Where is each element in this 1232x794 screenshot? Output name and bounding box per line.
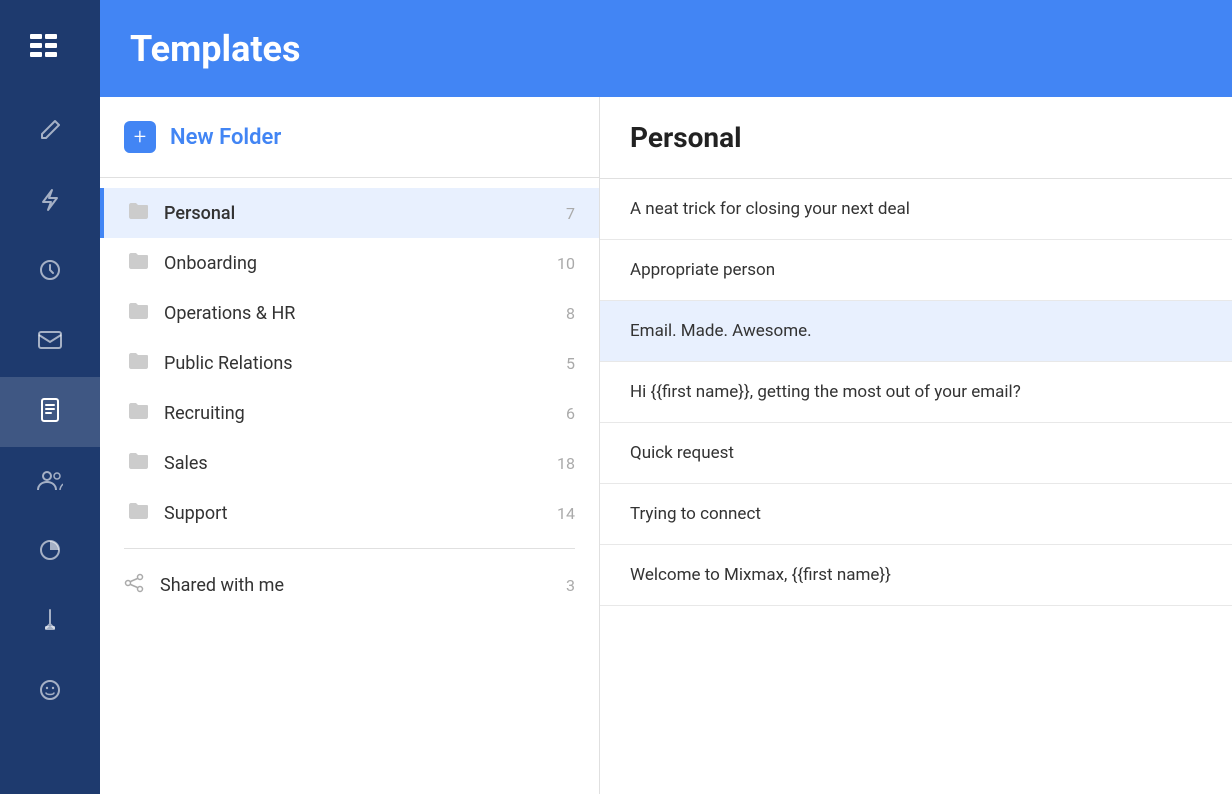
folder-icon	[128, 452, 148, 474]
sidebar-item-clock[interactable]	[0, 237, 100, 307]
sidebar-item-emoji[interactable]	[0, 657, 100, 727]
template-item-t6[interactable]: Trying to connect	[600, 484, 1232, 545]
folder-icon	[128, 402, 148, 424]
shared-with-me-label: Shared with me	[160, 575, 566, 596]
folder-icon	[128, 252, 148, 274]
new-folder-icon: +	[124, 121, 156, 153]
folder-item-personal[interactable]: Personal 7	[100, 188, 599, 238]
folder-name-personal: Personal	[164, 203, 556, 224]
folder-count-personal: 7	[566, 204, 575, 223]
folder-count-public-relations: 5	[566, 354, 575, 373]
sidebar-item-people[interactable]	[0, 447, 100, 517]
mail-icon	[38, 330, 62, 354]
emoji-icon	[39, 679, 61, 706]
folder-icon	[128, 352, 148, 374]
page-title: Templates	[130, 28, 300, 70]
sidebar-nav	[0, 0, 100, 794]
template-item-t4[interactable]: Hi {{first name}}, getting the most out …	[600, 362, 1232, 423]
clock-icon	[39, 259, 61, 286]
folder-count-support: 14	[557, 504, 575, 523]
templates-section-title: Personal	[630, 121, 742, 154]
templates-icon	[40, 398, 60, 427]
template-item-t1[interactable]: A neat trick for closing your next deal	[600, 179, 1232, 240]
folder-name-support: Support	[164, 503, 547, 524]
folder-name-public-relations: Public Relations	[164, 353, 556, 374]
folder-divider	[124, 548, 575, 549]
shared-with-me-count: 3	[566, 576, 575, 595]
sidebar-item-lightning[interactable]	[0, 167, 100, 237]
folder-item-public-relations[interactable]: Public Relations 5	[100, 338, 599, 388]
compose-icon	[39, 119, 61, 146]
shared-with-me-item[interactable]: Shared with me 3	[100, 559, 599, 612]
folder-count-operations-hr: 8	[566, 304, 575, 323]
folder-item-onboarding[interactable]: Onboarding 10	[100, 238, 599, 288]
folder-name-operations-hr: Operations & HR	[164, 303, 556, 324]
page-header: Templates	[100, 0, 1232, 97]
chart-icon	[39, 539, 61, 566]
template-item-t7[interactable]: Welcome to Mixmax, {{first name}}	[600, 545, 1232, 606]
logo-icon	[30, 30, 70, 67]
template-item-t5[interactable]: Quick request	[600, 423, 1232, 484]
template-item-t2[interactable]: Appropriate person	[600, 240, 1232, 301]
new-folder-button[interactable]: + New Folder	[100, 97, 599, 178]
folder-icon	[128, 502, 148, 524]
template-item-t3[interactable]: Email. Made. Awesome.	[600, 301, 1232, 362]
folder-icon	[128, 302, 148, 324]
templates-panel: Personal A neat trick for closing your n…	[600, 97, 1232, 794]
folder-item-support[interactable]: Support 14	[100, 488, 599, 538]
share-icon	[124, 573, 144, 598]
people-icon	[37, 469, 63, 496]
sidebar-item-mail[interactable]	[0, 307, 100, 377]
folder-name-recruiting: Recruiting	[164, 403, 556, 424]
folder-count-recruiting: 6	[566, 404, 575, 423]
folder-count-sales: 18	[557, 454, 575, 473]
folder-panel: + New Folder Personal 7	[100, 97, 600, 794]
sidebar-item-compose[interactable]	[0, 97, 100, 167]
content-area: + New Folder Personal 7	[100, 97, 1232, 794]
folder-name-onboarding: Onboarding	[164, 253, 547, 274]
folder-item-recruiting[interactable]: Recruiting 6	[100, 388, 599, 438]
sidebar-item-templates[interactable]	[0, 377, 100, 447]
templates-header: Personal	[600, 97, 1232, 179]
app-logo[interactable]	[0, 0, 100, 97]
folder-list: Personal 7 Onboarding 10	[100, 178, 599, 622]
sidebar-item-pencil[interactable]	[0, 587, 100, 657]
folder-item-operations-hr[interactable]: Operations & HR 8	[100, 288, 599, 338]
folder-item-sales[interactable]: Sales 18	[100, 438, 599, 488]
main-content: Templates + New Folder	[100, 0, 1232, 794]
pencil-icon	[40, 608, 60, 637]
sidebar-item-chart[interactable]	[0, 517, 100, 587]
folder-count-onboarding: 10	[557, 254, 575, 273]
lightning-icon	[40, 188, 60, 217]
new-folder-label: New Folder	[170, 125, 281, 150]
folder-name-sales: Sales	[164, 453, 547, 474]
folder-icon	[128, 202, 148, 224]
